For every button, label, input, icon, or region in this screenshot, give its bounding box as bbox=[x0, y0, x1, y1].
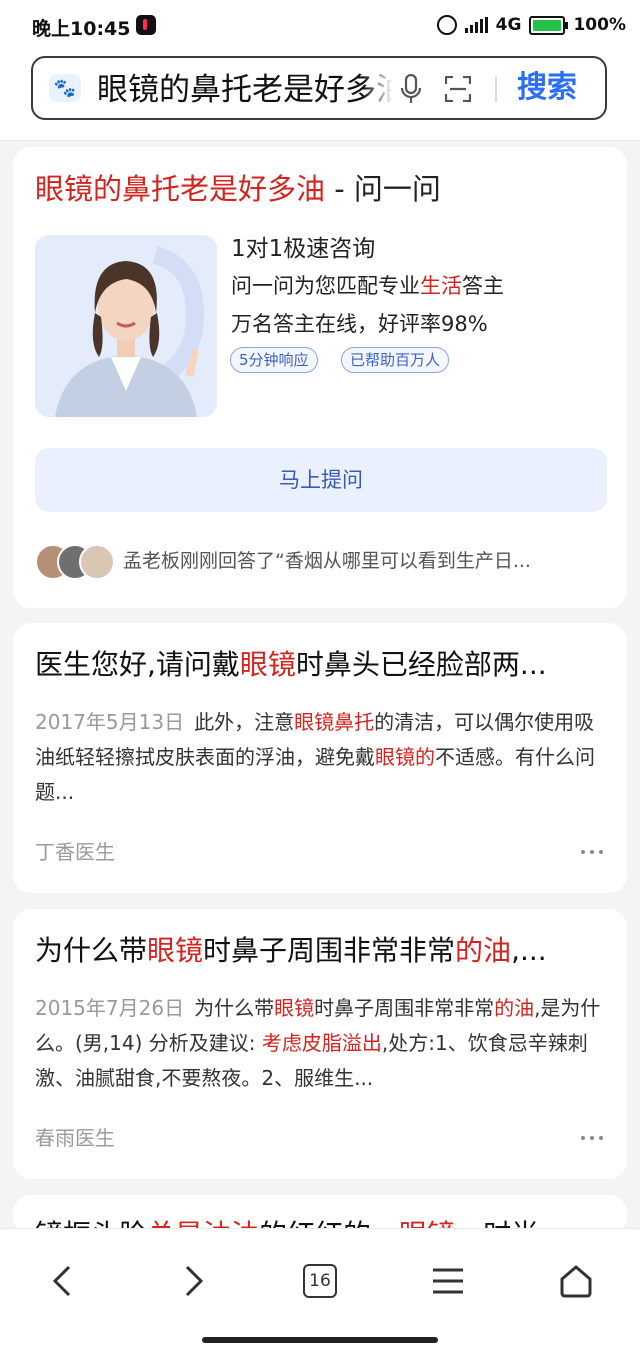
title-text: 为什么带 bbox=[35, 934, 148, 967]
home-button[interactable] bbox=[546, 1251, 606, 1311]
consult-desc-keyword: 生活 bbox=[420, 274, 462, 298]
consult-desc-suffix: 答主 bbox=[462, 274, 504, 298]
menu-icon bbox=[433, 1268, 463, 1294]
search-divider bbox=[495, 76, 497, 102]
result-title[interactable]: 医生您好,请问戴眼镜时鼻头已经脸部两... bbox=[35, 645, 595, 685]
snippet-date: 2015年7月26日 bbox=[35, 996, 185, 1020]
more-options-icon[interactable] bbox=[581, 849, 603, 855]
alarm-icon bbox=[436, 15, 457, 35]
search-header: 🐾 眼镜的鼻托老是好多油 搜索 bbox=[0, 52, 640, 141]
snippet-keyword: 眼镜 bbox=[274, 996, 315, 1020]
back-icon bbox=[52, 1265, 71, 1297]
signal-icon bbox=[464, 17, 488, 33]
ask-card-title[interactable]: 眼镜的鼻托老是好多油 - 问一问 bbox=[35, 169, 441, 209]
search-input[interactable]: 眼镜的鼻托老是好多油 bbox=[97, 70, 393, 110]
home-icon bbox=[560, 1265, 592, 1298]
tag-helped-count: 已帮助百万人 bbox=[341, 347, 450, 373]
title-text: 医生您好,请问戴 bbox=[35, 648, 240, 681]
battery-icon bbox=[529, 15, 569, 35]
title-keyword: 眼镜 bbox=[239, 648, 296, 681]
answerer-avatars bbox=[35, 544, 115, 580]
title-text: 时鼻子周围非常非常 bbox=[203, 934, 456, 967]
result-source[interactable]: 春雨医生 bbox=[35, 1123, 115, 1153]
title-keyword: 眼镜 bbox=[147, 934, 204, 967]
result-card[interactable]: 医生您好,请问戴眼镜时鼻头已经脸部两... 2017年5月13日 此外，注意眼镜鼻… bbox=[13, 623, 627, 893]
tag-response-time: 5分钟响应 bbox=[230, 347, 318, 373]
recent-answer-ticker[interactable]: 孟老板刚刚回答了“香烟从哪里可以看到生产日... bbox=[123, 546, 603, 576]
ask-card: 眼镜的鼻托老是好多油 - 问一问 1对1极速咨询 问一问为您匹配专业生活答主 万… bbox=[13, 147, 627, 608]
ask-title-keyword: 眼镜的鼻托老是好多油 bbox=[35, 172, 326, 206]
tabs-icon: 16 bbox=[303, 1264, 337, 1298]
status-bar: 晚上10:45 4G 100% bbox=[0, 0, 640, 52]
snippet-keyword: 考虑皮脂溢出 bbox=[261, 1031, 382, 1055]
tabs-button[interactable]: 16 bbox=[290, 1251, 350, 1311]
ask-now-button[interactable]: 马上提问 bbox=[35, 448, 607, 512]
avatar bbox=[79, 544, 115, 580]
status-indicators: 4G 100% bbox=[436, 13, 626, 37]
expert-photo[interactable] bbox=[35, 235, 217, 417]
result-snippet: 2017年5月13日 此外，注意眼镜鼻托的清洁，可以偶尔使用吸油纸轻轻擦拭皮肤表面… bbox=[35, 705, 607, 810]
result-card[interactable]: 为什么带眼镜时鼻子周围非常非常的油,... 2015年7月26日 为什么带眼镜时鼻… bbox=[13, 909, 627, 1179]
snippet-keyword: 的油 bbox=[494, 996, 535, 1020]
forward-button[interactable] bbox=[164, 1251, 224, 1311]
menu-button[interactable] bbox=[418, 1251, 478, 1311]
snippet-text: 此外，注意 bbox=[194, 710, 295, 734]
back-button[interactable] bbox=[32, 1251, 92, 1311]
gesture-bar[interactable] bbox=[202, 1337, 438, 1343]
snippet-keyword: 眼镜鼻托 bbox=[294, 710, 375, 734]
snippet-date: 2017年5月13日 bbox=[35, 710, 185, 734]
more-options-icon[interactable] bbox=[581, 1135, 603, 1141]
title-text: 时鼻头已经脸部两... bbox=[295, 648, 547, 681]
consult-desc-prefix: 问一问为您匹配专业 bbox=[231, 274, 420, 298]
forward-icon bbox=[185, 1265, 204, 1297]
result-title[interactable]: 为什么带眼镜时鼻子周围非常非常的油,... bbox=[35, 931, 595, 971]
mic-icon[interactable] bbox=[400, 74, 422, 104]
title-text: ,... bbox=[511, 934, 547, 967]
snippet-text: 为什么带 bbox=[194, 996, 275, 1020]
paw-icon[interactable]: 🐾 bbox=[49, 74, 81, 102]
consult-stats: 万名答主在线，好评率98% bbox=[231, 312, 488, 336]
search-box[interactable]: 🐾 眼镜的鼻托老是好多油 搜索 bbox=[31, 56, 607, 120]
search-button[interactable]: 搜索 bbox=[517, 68, 577, 108]
consult-description: 问一问为您匹配专业生活答主 bbox=[231, 271, 504, 301]
snippet-keyword: 眼镜的 bbox=[375, 745, 435, 769]
scan-icon[interactable] bbox=[445, 76, 471, 102]
network-type: 4G bbox=[495, 15, 522, 35]
status-time: 晚上10:45 bbox=[32, 18, 131, 40]
consult-title: 1对1极速咨询 bbox=[231, 236, 376, 262]
result-snippet: 2015年7月26日 为什么带眼镜时鼻子周围非常非常的油,是为什么。(男,14) … bbox=[35, 991, 607, 1096]
tiktok-icon bbox=[136, 15, 156, 35]
battery-percent: 100% bbox=[573, 15, 626, 35]
ask-title-separator: - bbox=[325, 172, 354, 206]
bottom-navigation: 16 bbox=[0, 1228, 640, 1352]
snippet-text: 时鼻子周围非常非常 bbox=[314, 996, 495, 1020]
result-source[interactable]: 丁香医生 bbox=[35, 837, 115, 867]
title-keyword: 的油 bbox=[455, 934, 512, 967]
ask-title-suffix: 问一问 bbox=[353, 172, 441, 206]
